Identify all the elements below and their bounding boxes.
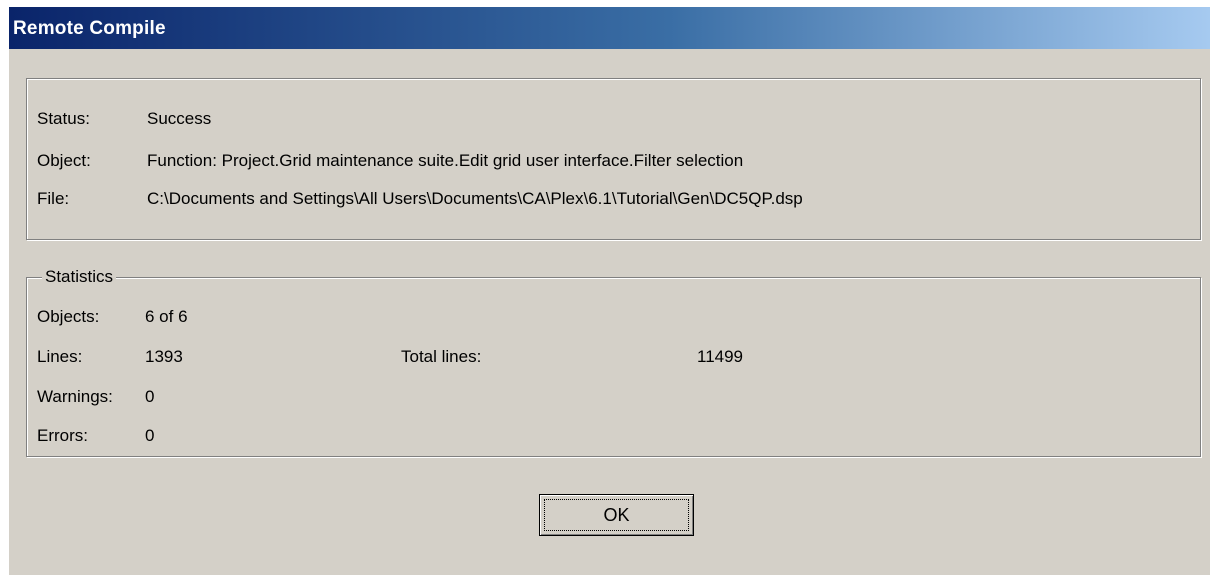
status-value: Success <box>147 109 212 128</box>
objects-value: 6 of 6 <box>145 307 188 326</box>
errors-value: 0 <box>145 426 155 445</box>
lines-label: Lines: <box>37 347 83 366</box>
file-value: C:\Documents and Settings\All Users\Docu… <box>147 189 803 208</box>
warnings-label: Warnings: <box>37 387 113 406</box>
title-bar[interactable]: Remote Compile <box>9 7 1210 49</box>
statistics-title: Statistics <box>42 267 117 287</box>
errors-label: Errors: <box>37 426 88 445</box>
total-lines-value: 11499 <box>697 347 744 366</box>
total-lines-label: Total lines: <box>401 347 482 366</box>
statistics-group: Statistics Objects: 6 of 6 Lines: 1393 T… <box>26 267 1201 457</box>
status-label: Status: <box>37 109 90 128</box>
object-label: Object: <box>37 151 91 170</box>
ok-button[interactable]: OK <box>539 494 694 536</box>
window-title: Remote Compile <box>13 18 166 39</box>
lines-value: 1393 <box>145 347 183 366</box>
object-value: Function: Project.Grid maintenance suite… <box>147 151 744 170</box>
objects-label: Objects: <box>37 307 100 326</box>
remote-compile-dialog: Remote Compile Status: Success Object: F… <box>8 6 1210 575</box>
warnings-value: 0 <box>145 387 155 406</box>
compile-info-group: Status: Success Object: Function: Projec… <box>26 78 1201 240</box>
file-label: File: <box>37 189 70 208</box>
ok-button-label: OK <box>603 504 630 525</box>
